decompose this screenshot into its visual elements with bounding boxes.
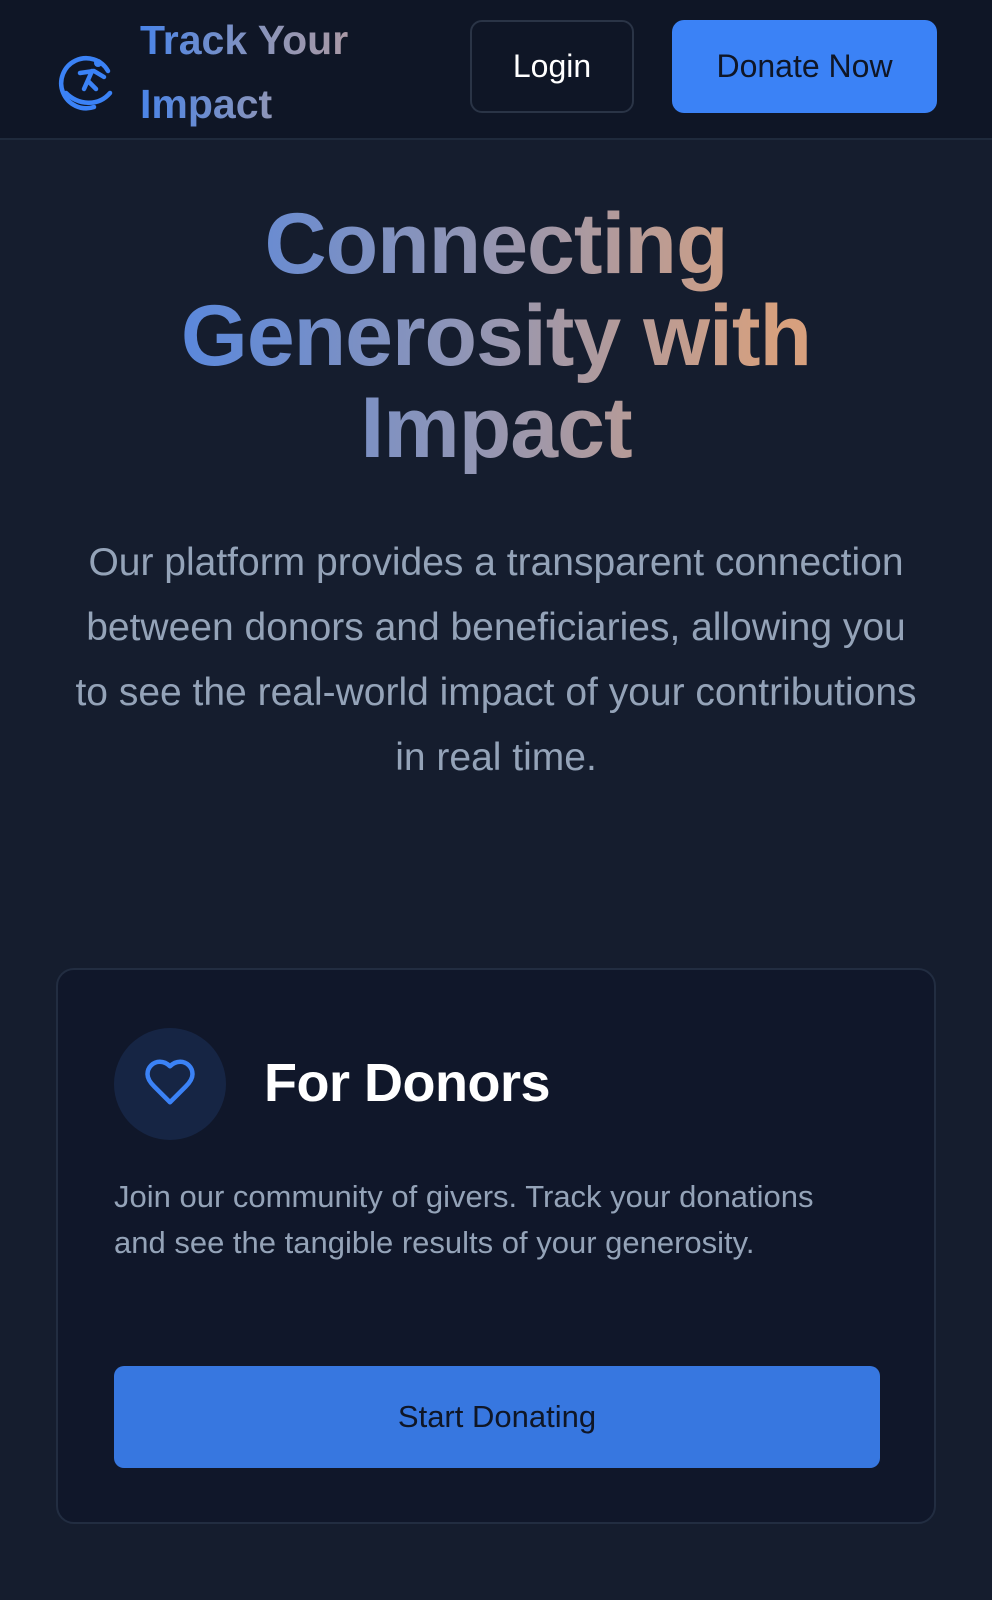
- brand[interactable]: Track Your Impact: [54, 8, 380, 136]
- card-description: Join our community of givers. Track your…: [114, 1179, 814, 1260]
- login-button[interactable]: Login: [470, 20, 634, 113]
- top-navigation-bar: Track Your Impact Login Donate Now: [0, 0, 992, 140]
- globe-figure-icon: [54, 49, 120, 115]
- start-donating-button[interactable]: Start Donating: [114, 1366, 880, 1468]
- hero-description: Our platform provides a transparent conn…: [75, 541, 917, 779]
- donate-now-button[interactable]: Donate Now: [672, 20, 937, 113]
- heart-icon: [143, 1055, 197, 1114]
- heart-icon-badge: [114, 1028, 226, 1140]
- hero-title: Connecting Generosity with Impact: [96, 198, 896, 474]
- brand-name: Track Your Impact: [140, 8, 380, 136]
- donors-card: For Donors Join our community of givers.…: [56, 968, 936, 1524]
- card-title: For Donors: [264, 1053, 551, 1113]
